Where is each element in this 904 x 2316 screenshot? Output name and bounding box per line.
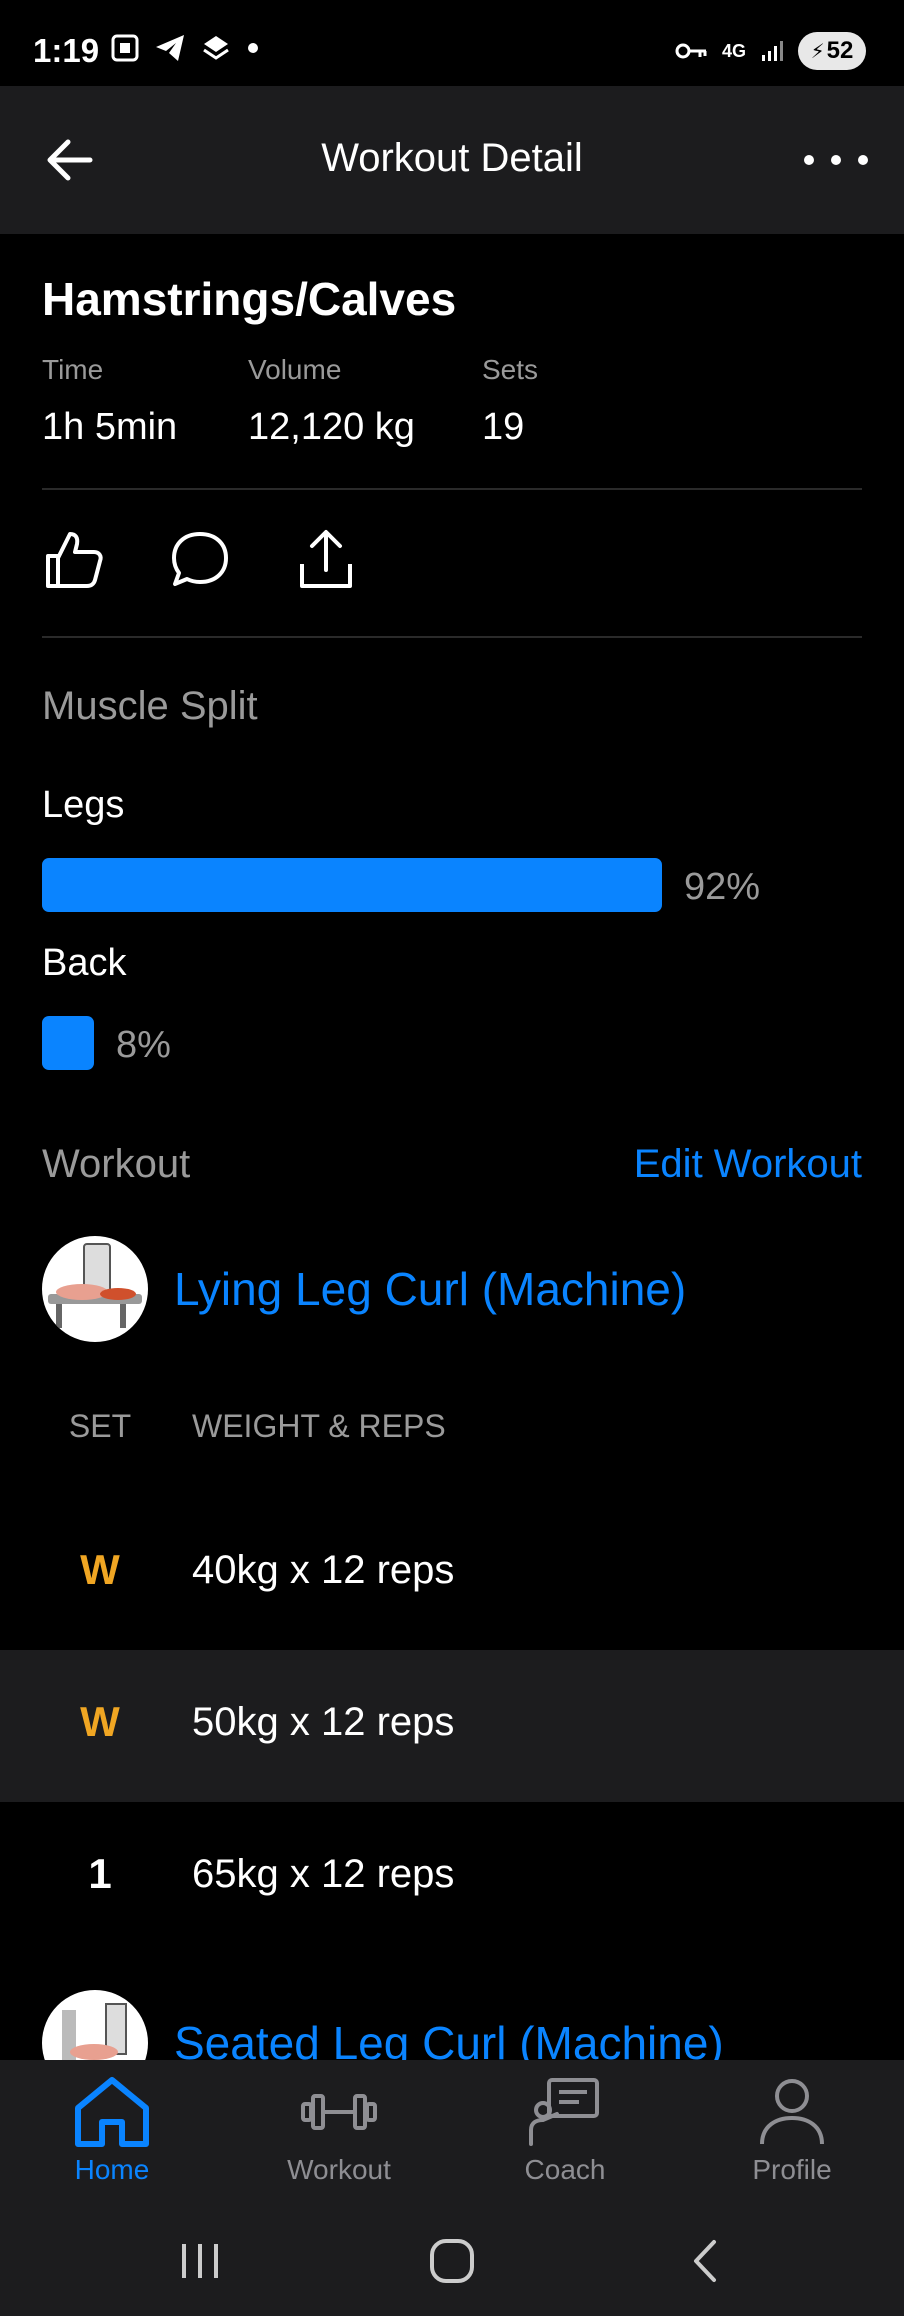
set-number: W: [80, 1546, 120, 1593]
dot-icon: [248, 43, 258, 53]
home-button-icon[interactable]: [422, 2236, 482, 2286]
exercise-name[interactable]: Lying Leg Curl (Machine): [174, 1262, 686, 1316]
bottom-navigation: Home Workout Coach Profile: [0, 2060, 904, 2206]
more-options-icon[interactable]: [804, 138, 868, 182]
muscle-bar-back: [42, 1016, 94, 1070]
nav-coach[interactable]: Coach: [485, 2074, 645, 2186]
muscle-name-legs: Legs: [42, 784, 125, 826]
nav-profile[interactable]: Profile: [712, 2074, 872, 2186]
profile-icon: [760, 2079, 824, 2145]
set-detail: 65kg x 12 reps: [192, 1852, 455, 1896]
status-icons-left: [110, 32, 260, 64]
recent-apps-icon[interactable]: [170, 2236, 230, 2286]
set-row: W 40kg x 12 reps: [0, 1498, 904, 1650]
status-icons-right: 4G ⚡ 52: [674, 32, 866, 70]
set-row: 1 65kg x 12 reps: [0, 1802, 904, 1954]
workout-title: Hamstrings/Calves: [42, 273, 457, 325]
stat-sets: Sets 19: [482, 354, 538, 449]
exercise-thumbnail[interactable]: [42, 1236, 148, 1342]
telegram-icon: [156, 35, 184, 61]
nav-workout[interactable]: Workout: [259, 2074, 419, 2186]
stat-value: 19: [482, 406, 525, 448]
home-icon: [75, 2077, 149, 2147]
stat-label: Sets: [482, 354, 539, 385]
battery-indicator: ⚡ 52: [798, 32, 866, 70]
set-detail: 50kg x 12 reps: [192, 1700, 455, 1744]
muscle-bar-legs: [42, 858, 662, 912]
nav-label: Home: [74, 2154, 150, 2185]
muscle-percent-legs: 92%: [684, 866, 761, 908]
nav-label: Profile: [752, 2154, 832, 2185]
set-detail: 40kg x 12 reps: [192, 1548, 455, 1592]
edit-workout-link[interactable]: Edit Workout: [634, 1142, 862, 1187]
stat-value: 1h 5min: [42, 406, 178, 448]
stat-volume: Volume 12,120 kg: [248, 354, 415, 449]
back-button-icon[interactable]: [676, 2236, 736, 2286]
workout-heading: Workout: [42, 1142, 191, 1186]
more-dot: [804, 155, 814, 165]
more-dot: [831, 155, 841, 165]
divider: [42, 488, 862, 490]
charging-icon: ⚡: [810, 40, 825, 63]
status-bar: 1:19 4G ⚡ 52: [0, 0, 904, 86]
status-time: 1:19: [33, 32, 100, 69]
more-dot: [858, 155, 868, 165]
set-row: W 50kg x 12 reps: [0, 1650, 904, 1802]
like-thumbs-up-icon[interactable]: [42, 528, 106, 592]
stat-value: 12,120 kg: [248, 406, 415, 448]
leg-curl-machine-icon: [48, 1243, 142, 1328]
stat-label: Volume: [248, 354, 342, 385]
page-title: Workout Detail: [321, 136, 583, 180]
nav-label: Coach: [524, 2154, 606, 2185]
set-number: W: [80, 1698, 120, 1745]
column-header-weight-reps: WEIGHT & REPS: [192, 1408, 446, 1444]
muscle-name-back: Back: [42, 942, 127, 984]
muscle-percent-back: 8%: [116, 1024, 171, 1066]
nav-label: Workout: [287, 2154, 391, 2185]
screenshot-icon: [111, 34, 139, 62]
battery-level: 52: [826, 37, 854, 64]
network-type-label: 4G: [721, 40, 746, 61]
stat-label: Time: [42, 354, 104, 385]
set-number: 1: [88, 1850, 112, 1897]
divider: [42, 636, 862, 638]
dumbbell-icon: [301, 2094, 377, 2130]
vpn-key-icon: [675, 43, 707, 59]
system-navigation-bar: [0, 2206, 904, 2316]
app-header: Workout Detail: [0, 86, 904, 234]
layers-icon: [203, 36, 229, 60]
coach-board-icon: [529, 2078, 599, 2146]
nav-home[interactable]: Home: [32, 2074, 192, 2186]
column-header-set: SET: [68, 1408, 132, 1444]
share-icon[interactable]: [294, 528, 358, 592]
signal-icon: [762, 41, 783, 61]
stat-time: Time 1h 5min: [42, 354, 177, 449]
muscle-split-heading: Muscle Split: [42, 684, 258, 728]
comment-icon[interactable]: [168, 528, 232, 592]
